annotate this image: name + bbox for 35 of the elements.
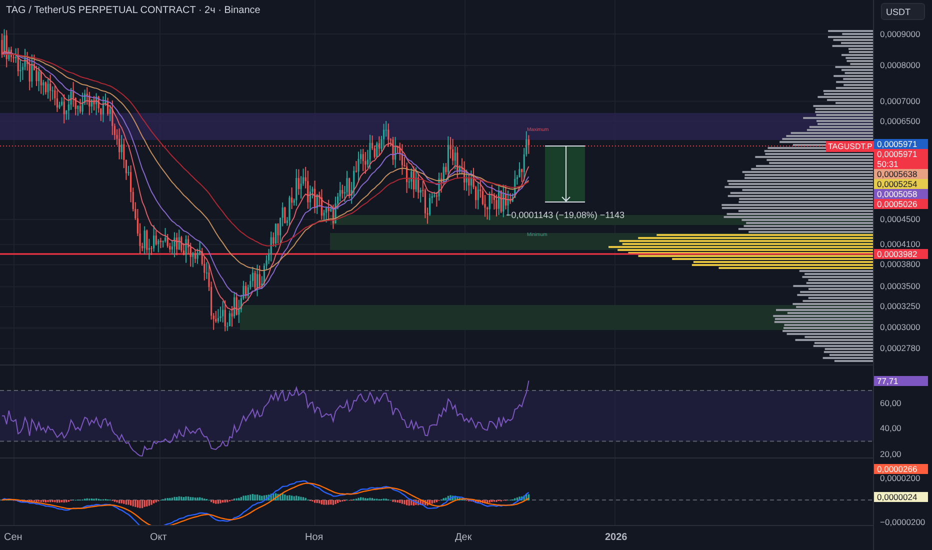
rsi-tick: 20,00 [880,450,902,458]
price-label: 0,0005026 [874,198,928,209]
price-tick: 0,0003800 [880,260,920,270]
rsi-tick: 40,00 [880,424,902,434]
price-label: 0,0005971 50:31 [874,148,928,169]
rsi-value-label: 77,71 [874,376,928,386]
chart-title: TAG / TetherUS PERPETUAL CONTRACT · 2ч · Binance [6,5,260,16]
price-tick: 0,0007000 [880,96,920,106]
macd-value-label: 0,0000266 [874,464,928,474]
price-tick: 0,0004500 [880,214,920,224]
time-axis-label: Дек [455,532,472,543]
time-axis-label: Сен [4,532,22,543]
price-tick: 0,0003000 [880,323,920,332]
currency-button[interactable]: USDT [881,3,925,20]
price-tick: 0,0003500 [880,282,920,292]
rsi-tick: 60,00 [880,398,902,408]
time-axis-label: Окт [150,532,167,543]
price-tick: 0,0008000 [880,61,920,70]
time-axis-label: Ноя [305,532,324,543]
price-label: 0,0005254 [874,178,928,189]
price-label: 0,0005638 [874,168,928,179]
macd-tick: 0,0000200 [880,474,920,482]
price-tick: 0,0006500 [880,116,920,126]
price-label: 0,0003982 [874,248,928,259]
macd-value-label: 0,0000024 [874,492,928,502]
price-label: 0,0005971 [874,138,928,149]
price-tick: 0,0009000 [880,30,920,38]
macd-tick: −0,0000200 [880,518,926,526]
price-label: 0,0005058 [874,188,928,199]
measure-label: −0,0001143 (−19,08%) −1143 [506,210,625,220]
symbol-tag: TAGUSDT.P [826,141,874,152]
price-tick: 0,0003250 [880,302,920,312]
price-tick: 0,0004100 [880,240,920,249]
price-tick: 0,0002780 [880,344,920,353]
time-axis-label: 2026 [605,532,628,543]
